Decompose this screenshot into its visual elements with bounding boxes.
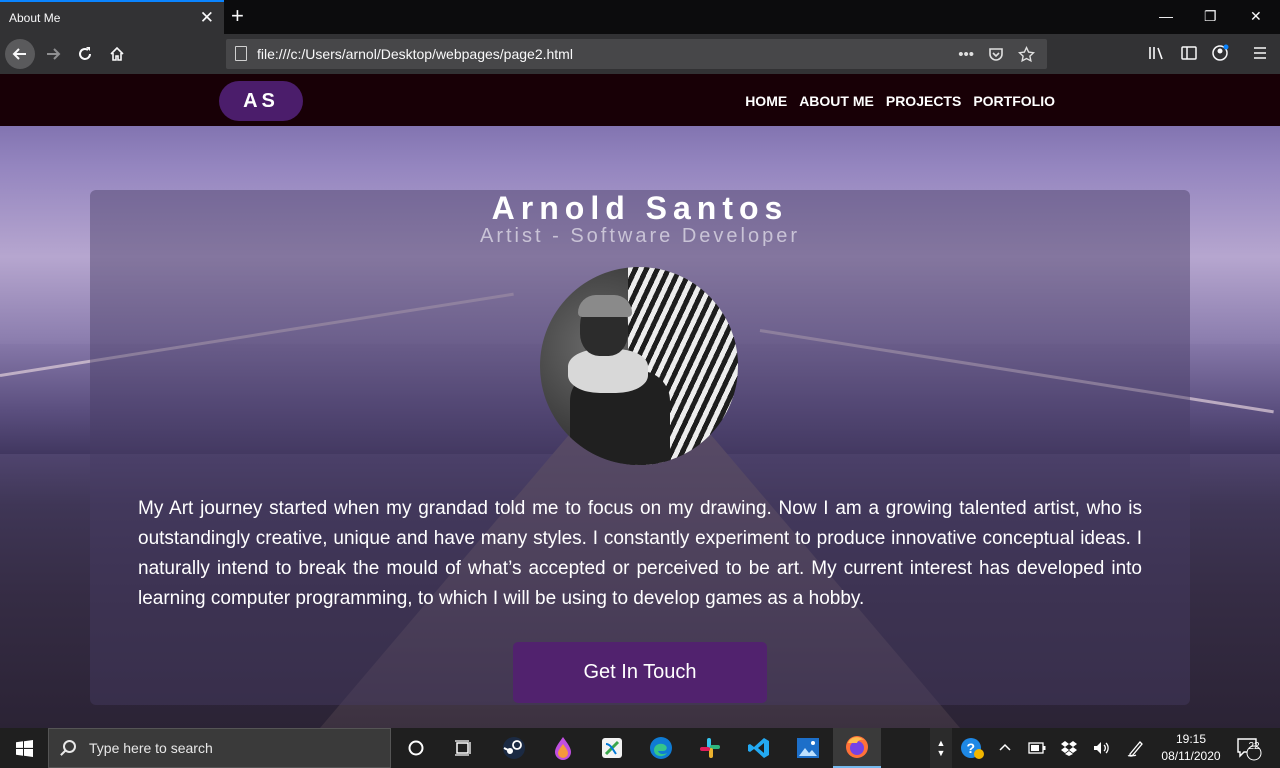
- task-view-icon: [455, 740, 471, 756]
- vscode-taskbar-app[interactable]: [735, 728, 783, 768]
- firefox-icon: [846, 736, 868, 758]
- action-center-button[interactable]: 22: [1236, 728, 1262, 768]
- pen-icon: [1127, 741, 1143, 757]
- web-page: AS HOME ABOUT ME PROJECTS PORTFOLIO Arno…: [0, 74, 1280, 728]
- notification-count: 22: [1248, 741, 1260, 752]
- profile-photo: [540, 267, 738, 465]
- pen-workspace-tray-icon[interactable]: [1127, 728, 1145, 768]
- volume-tray-icon[interactable]: [1092, 728, 1110, 768]
- edge-taskbar-app[interactable]: [637, 728, 685, 768]
- volume-icon: [1094, 742, 1109, 754]
- hamburger-menu-icon[interactable]: [1252, 44, 1268, 62]
- dropbox-tray-icon[interactable]: [1060, 728, 1078, 768]
- slack-taskbar-app[interactable]: [686, 728, 734, 768]
- page-icon: [235, 46, 247, 61]
- battery-icon: [1028, 742, 1046, 754]
- back-button[interactable]: [5, 39, 35, 69]
- help-tray-icon[interactable]: ?: [960, 728, 984, 768]
- paint-taskbar-app[interactable]: [539, 728, 587, 768]
- site-nav: HOME ABOUT ME PROJECTS PORTFOLIO: [745, 93, 1055, 109]
- cortana-button[interactable]: [392, 728, 440, 768]
- close-window-button[interactable]: ✕: [1250, 6, 1262, 26]
- clock-date: 08/11/2020: [1161, 749, 1221, 763]
- profile-subtitle: Artist - Software Developer: [480, 225, 800, 247]
- browser-tab-strip: About Me ✕ + — ❐ ✕: [0, 0, 1280, 34]
- tab-about-me[interactable]: About Me ✕: [0, 0, 224, 34]
- restore-button[interactable]: ❐: [1204, 6, 1217, 26]
- search-icon: [63, 740, 76, 753]
- taskbar-clock[interactable]: 19:15 08/11/2020: [1158, 731, 1224, 765]
- search-placeholder: Type here to search: [89, 740, 213, 756]
- chevron-up-icon: ▲: [936, 738, 946, 748]
- about-card: Arnold Santos Artist - Software Develope…: [90, 190, 1190, 705]
- snip-sketch-icon: [602, 738, 622, 758]
- get-in-touch-button[interactable]: Get In Touch: [513, 642, 767, 703]
- forward-button[interactable]: [38, 39, 68, 69]
- new-tab-button[interactable]: +: [231, 4, 244, 28]
- site-header: AS HOME ABOUT ME PROJECTS PORTFOLIO: [0, 74, 1280, 126]
- pocket-icon[interactable]: [988, 46, 1004, 62]
- dropbox-icon: [1061, 741, 1077, 756]
- nav-projects-link[interactable]: PROJECTS: [886, 93, 961, 109]
- windows-logo-icon: [15, 739, 33, 757]
- url-text: file:///c:/Users/arnol/Desktop/webpages/…: [257, 46, 573, 62]
- profile-name: Arnold Santos: [491, 190, 789, 226]
- paint-drop-icon: [555, 737, 571, 760]
- home-button[interactable]: [102, 39, 132, 69]
- edge-icon: [650, 737, 672, 759]
- cortana-icon: [408, 740, 424, 756]
- firefox-taskbar-app[interactable]: [833, 728, 881, 768]
- tab-close-icon[interactable]: ✕: [200, 8, 214, 28]
- minimize-button[interactable]: —: [1159, 6, 1173, 26]
- nav-portfolio-link[interactable]: PORTFOLIO: [973, 93, 1055, 109]
- taskbar-search-box[interactable]: Type here to search: [48, 728, 391, 768]
- battery-tray-icon[interactable]: [1028, 728, 1046, 768]
- start-button[interactable]: [0, 728, 48, 768]
- svg-text:?: ?: [967, 740, 976, 756]
- address-bar[interactable]: file:///c:/Users/arnol/Desktop/webpages/…: [226, 39, 1047, 69]
- site-logo[interactable]: AS: [219, 81, 303, 121]
- slack-icon: [700, 738, 720, 758]
- clock-time: 19:15: [1175, 732, 1207, 746]
- task-view-button[interactable]: [440, 728, 488, 768]
- page-actions-menu-icon[interactable]: •••: [958, 46, 974, 63]
- nav-about-me-link[interactable]: ABOUT ME: [799, 93, 874, 109]
- account-icon[interactable]: [1211, 44, 1229, 62]
- nav-home-link[interactable]: HOME: [745, 93, 787, 109]
- bookmark-star-icon[interactable]: [1018, 45, 1035, 63]
- reload-button[interactable]: [70, 39, 100, 69]
- steam-icon: [503, 737, 525, 759]
- browser-toolbar: file:///c:/Users/arnol/Desktop/webpages/…: [0, 34, 1280, 74]
- home-icon: [110, 46, 124, 61]
- vscode-icon: [748, 738, 769, 758]
- snip-taskbar-app[interactable]: [588, 728, 636, 768]
- steam-taskbar-app[interactable]: [490, 728, 538, 768]
- windows-taskbar: Type here to search ▲ ▼ ? 19:15 08/11/20…: [0, 728, 1280, 768]
- sidebar-icon[interactable]: [1180, 44, 1198, 62]
- chevron-down-icon: ▼: [936, 748, 946, 758]
- forward-arrow-icon: [47, 48, 61, 60]
- help-icon: ?: [961, 738, 984, 759]
- caret-up-icon: [999, 743, 1011, 751]
- photos-icon: [797, 738, 819, 758]
- taskbar-scroll[interactable]: ▲ ▼: [930, 728, 952, 768]
- tab-title: About Me: [9, 11, 61, 25]
- show-hidden-icons-button[interactable]: [997, 728, 1013, 768]
- back-arrow-icon: [12, 48, 26, 60]
- reload-icon: [79, 47, 91, 60]
- bio-paragraph: My Art journey started when my grandad t…: [138, 498, 1142, 609]
- photos-taskbar-app[interactable]: [784, 728, 832, 768]
- library-icon[interactable]: [1147, 44, 1165, 62]
